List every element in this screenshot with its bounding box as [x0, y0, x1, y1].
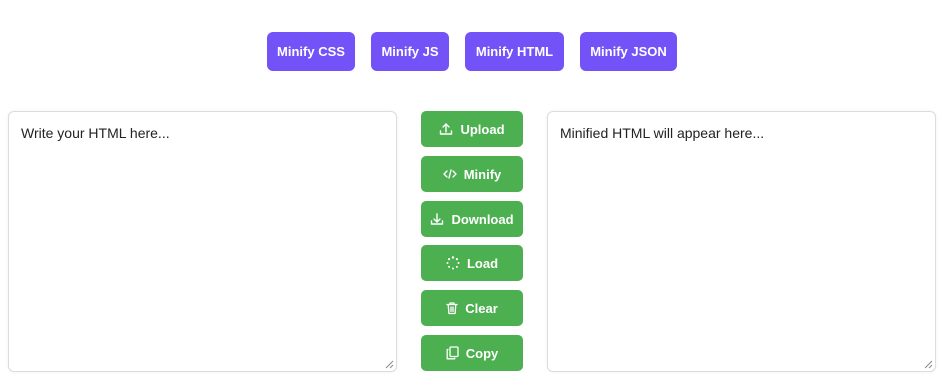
- resize-grip-icon[interactable]: [385, 360, 394, 369]
- input-panel: [8, 111, 397, 372]
- spinner-icon: [446, 256, 460, 270]
- output-panel: [547, 111, 936, 372]
- trash-icon: [446, 302, 458, 315]
- minified-output-textarea[interactable]: [560, 125, 923, 358]
- minify-js-button[interactable]: Minify JS: [371, 32, 449, 71]
- html-input-textarea[interactable]: [21, 125, 384, 358]
- download-button[interactable]: Download: [421, 201, 523, 237]
- load-label: Load: [466, 255, 499, 271]
- resize-grip-icon[interactable]: [924, 360, 933, 369]
- copy-label: Copy: [465, 345, 499, 361]
- minify-button[interactable]: Minify: [421, 156, 523, 192]
- minify-label: Minify: [463, 166, 502, 182]
- minify-html-button[interactable]: Minify HTML: [465, 32, 564, 71]
- clear-label: Clear: [465, 300, 498, 316]
- clear-button[interactable]: Clear: [421, 290, 523, 326]
- load-button[interactable]: Load: [421, 245, 523, 281]
- minifier-type-bar: Minify CSS Minify JS Minify HTML Minify …: [0, 32, 946, 72]
- upload-button[interactable]: Upload: [421, 111, 523, 147]
- copy-button[interactable]: Copy: [421, 335, 523, 371]
- upload-label: Upload: [460, 121, 505, 137]
- copy-icon: [446, 346, 459, 360]
- minify-json-button[interactable]: Minify JSON: [580, 32, 677, 71]
- code-icon: [443, 169, 457, 179]
- download-icon: [431, 213, 444, 225]
- minify-css-button[interactable]: Minify CSS: [267, 32, 355, 71]
- upload-icon: [440, 123, 453, 135]
- download-label: Download: [451, 211, 514, 227]
